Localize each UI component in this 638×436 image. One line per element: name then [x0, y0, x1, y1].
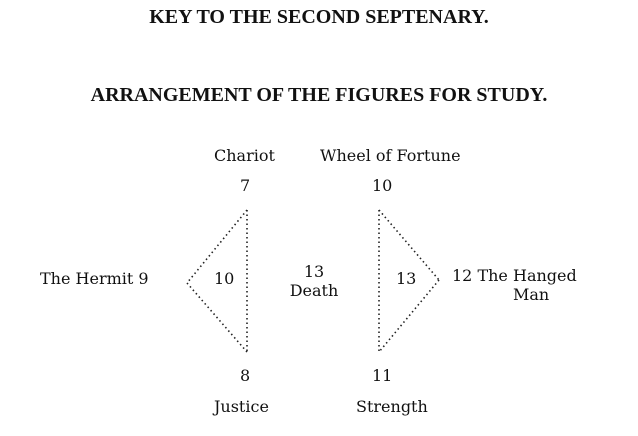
number-death: 13	[303, 262, 325, 281]
number-chariot: 7	[240, 176, 251, 195]
label-wheel-of-fortune: Wheel of Fortune	[320, 146, 461, 165]
number-wheel-of-fortune: 10	[372, 176, 393, 195]
dotted-triangles	[186, 209, 440, 353]
label-the-hermit-name: The Hermit	[40, 269, 134, 288]
left-triangle-lower-edge	[186, 282, 248, 353]
number-justice: 8	[240, 366, 251, 385]
label-the-hanged-man-line1: The Hanged	[477, 266, 577, 285]
number-strength: 11	[372, 366, 393, 385]
number-left-triangle: 10	[214, 269, 235, 288]
label-death: Death	[289, 281, 339, 300]
label-justice: Justice	[214, 397, 269, 416]
number-the-hanged-man: 12	[452, 266, 473, 285]
number-right-triangle: 13	[396, 269, 417, 288]
right-triangle-lower-edge	[378, 279, 440, 353]
hanged-man-group: 12 The Hanged Man	[452, 266, 577, 304]
number-the-hermit: 9	[138, 269, 149, 288]
label-chariot: Chariot	[214, 146, 275, 165]
death-group: 13 Death	[288, 262, 340, 300]
label-the-hanged-man-line2: Man	[513, 285, 550, 304]
label-strength: Strength	[356, 397, 428, 416]
label-the-hermit: The Hermit 9	[40, 269, 149, 288]
